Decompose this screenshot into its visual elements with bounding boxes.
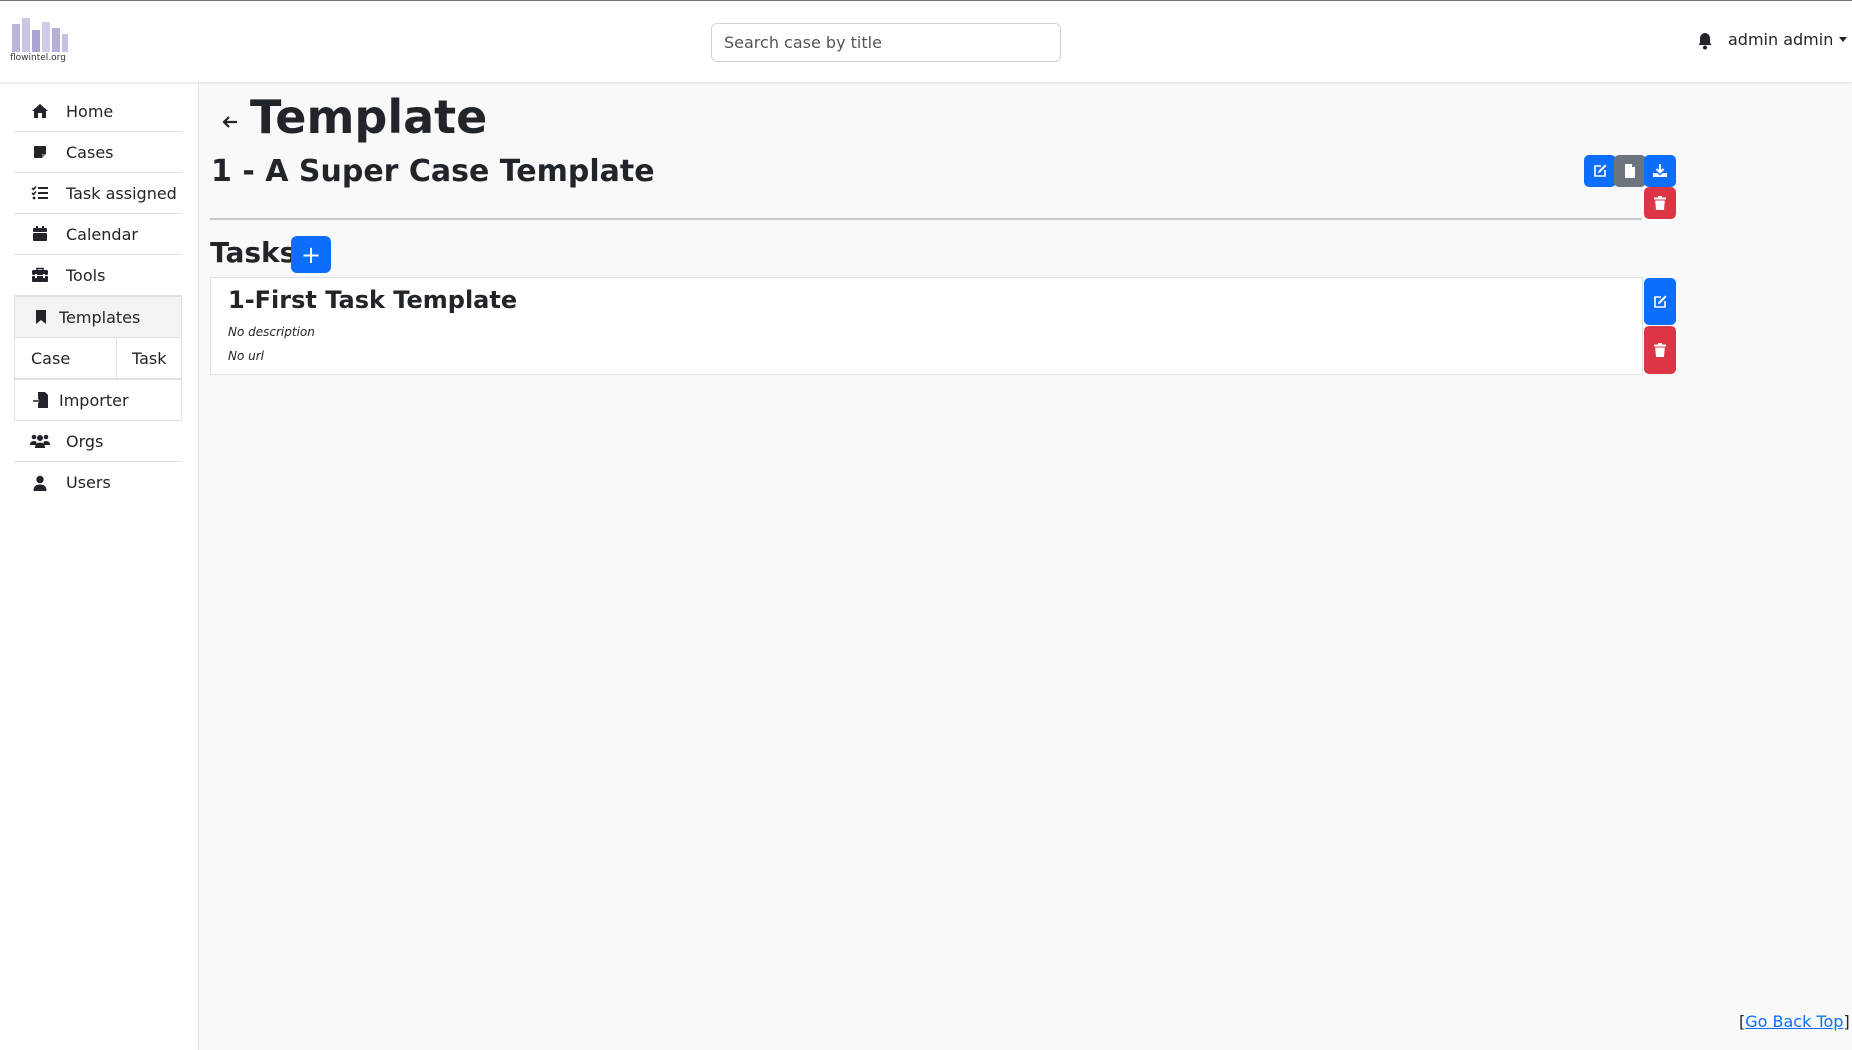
calendar-icon <box>30 225 50 243</box>
delete-task-button[interactable] <box>1644 326 1676 374</box>
sidebar-item-label: Importer <box>59 390 129 410</box>
user-menu[interactable]: admin admin <box>1728 30 1848 49</box>
divider <box>210 218 1642 220</box>
subtab-label: Task <box>132 348 167 368</box>
sidebar-item-orgs[interactable]: Orgs <box>14 421 182 462</box>
go-back-top: [Go Back Top] <box>1739 1012 1850 1031</box>
templates-subtab-task[interactable]: Task <box>116 337 182 379</box>
sidebar-item-importer[interactable]: Importer <box>14 379 182 421</box>
trash-icon <box>1654 196 1666 210</box>
sidebar-item-task-assigned[interactable]: Task assigned <box>14 173 182 214</box>
sidebar-item-tools[interactable]: Tools <box>14 255 182 296</box>
edit-icon <box>1654 295 1667 308</box>
export-case-file-button[interactable] <box>1614 155 1646 187</box>
task-title[interactable]: 1-First Task Template <box>228 286 517 314</box>
user-icon <box>30 474 50 492</box>
edit-icon <box>1594 164 1607 177</box>
bell-icon[interactable] <box>1697 32 1713 50</box>
sidebar-item-templates[interactable]: Templates <box>14 296 182 338</box>
download-icon <box>1653 164 1667 177</box>
sidebar-item-calendar[interactable]: Calendar <box>14 214 182 255</box>
sidebar-item-home[interactable]: Home <box>14 91 182 132</box>
subtab-label: Case <box>31 348 71 368</box>
top-navbar: flowintel.org admin admin <box>0 0 1852 82</box>
task-description: No description <box>228 325 315 339</box>
go-back-top-link[interactable]: Go Back Top <box>1745 1012 1843 1031</box>
file-icon <box>1625 164 1635 178</box>
list-check-icon <box>30 184 50 202</box>
sidebar-item-label: Templates <box>59 307 141 327</box>
sidebar-item-label: Orgs <box>66 431 104 451</box>
sidebar-item-label: Task assigned <box>66 183 177 203</box>
user-name: admin admin <box>1728 30 1834 49</box>
logo-text: flowintel.org <box>10 53 66 63</box>
users-icon <box>30 432 50 450</box>
bracket-close: ] <box>1843 1012 1850 1031</box>
toolbox-icon <box>30 266 50 284</box>
edit-case-button[interactable] <box>1584 155 1616 187</box>
back-arrow-icon[interactable] <box>221 114 239 130</box>
sidebar-item-users[interactable]: Users <box>14 462 182 503</box>
sidebar-item-label: Cases <box>66 142 114 162</box>
home-icon <box>30 102 50 120</box>
edit-task-button[interactable] <box>1644 278 1676 325</box>
sidebar-item-label: Tools <box>66 265 106 285</box>
page-title: Template <box>250 90 488 144</box>
plus-icon: + <box>300 240 322 269</box>
bookmark-icon <box>31 308 51 326</box>
sidebar-item-label: Users <box>66 473 111 492</box>
task-card: 1-First Task Template No description No … <box>210 277 1643 375</box>
trash-icon <box>1654 343 1666 357</box>
search-input[interactable] <box>711 23 1061 62</box>
add-task-button[interactable]: + <box>291 236 331 273</box>
case-title: 1 - A Super Case Template <box>211 154 655 189</box>
download-case-button[interactable] <box>1644 155 1676 187</box>
sidebar-item-cases[interactable]: Cases <box>14 132 182 173</box>
sticky-note-icon <box>30 143 50 161</box>
sidebar-item-label: Home <box>66 101 114 121</box>
tasks-heading: Tasks <box>210 236 297 269</box>
templates-subtab-case[interactable]: Case <box>14 337 117 379</box>
chevron-down-icon <box>1839 37 1848 42</box>
delete-case-button[interactable] <box>1644 187 1676 219</box>
main-content <box>199 82 1852 1050</box>
sidebar: Home Cases Task assigned Calendar Tools … <box>0 82 199 1050</box>
file-import-icon <box>31 391 51 409</box>
sidebar-item-label: Calendar <box>66 224 138 244</box>
task-url: No url <box>228 349 265 363</box>
